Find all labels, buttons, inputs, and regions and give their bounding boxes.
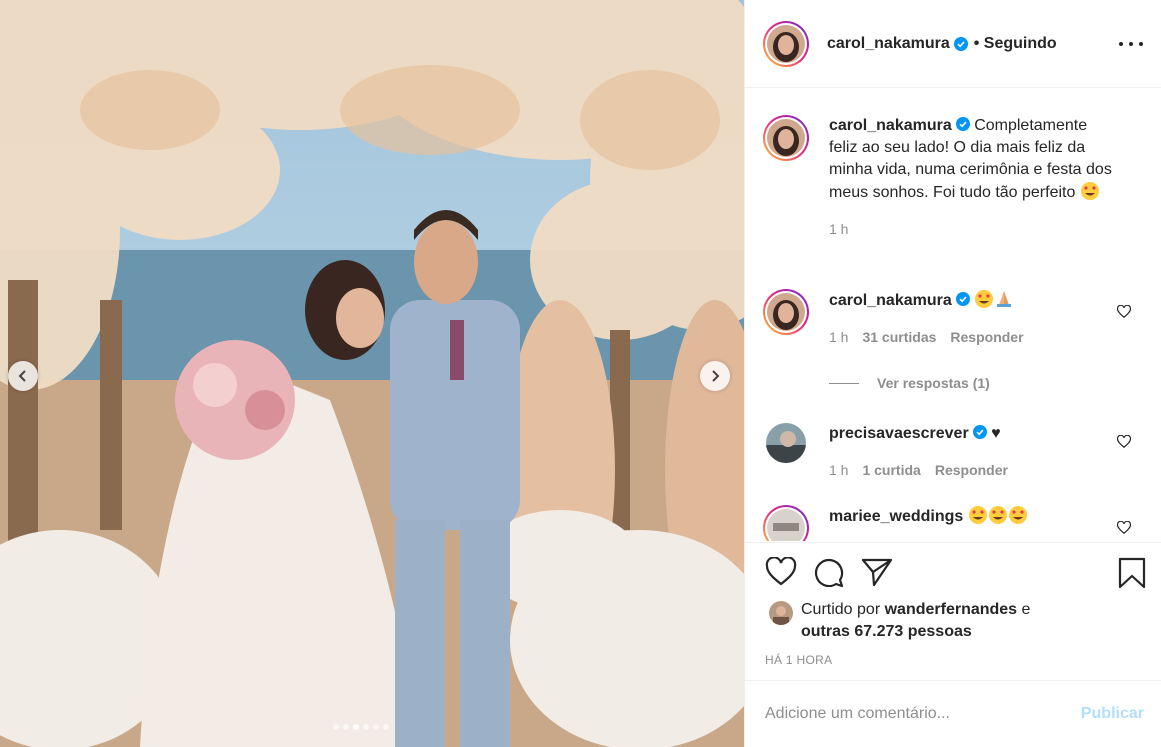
comment-item: carol_nakamura 1 h 31 curtidas Responder bbox=[763, 289, 1153, 348]
praying-hands-emoji-icon bbox=[997, 291, 1012, 307]
post-header: carol_nakamura • Seguindo bbox=[745, 0, 1161, 88]
post-actions: Curtido por wanderfernandes e outras 67.… bbox=[745, 542, 1161, 680]
caption: carol_nakamura Completamente feliz ao se… bbox=[763, 115, 1153, 240]
caption-username[interactable]: carol_nakamura bbox=[829, 117, 952, 134]
comment-item: precisavaescrever ♥ 1 h 1 curtida Respon… bbox=[763, 423, 1153, 481]
carousel-indicator bbox=[333, 724, 389, 730]
author-username[interactable]: carol_nakamura bbox=[827, 35, 950, 53]
divider bbox=[829, 382, 859, 384]
chevron-right-icon bbox=[712, 370, 720, 382]
heart-eyes-emoji-icon bbox=[975, 290, 994, 308]
comment-likes[interactable]: 31 curtidas bbox=[862, 326, 936, 348]
heart-eyes-emoji-icon bbox=[1080, 182, 1099, 200]
like-comment-heart-icon[interactable] bbox=[1117, 305, 1131, 319]
view-replies-label: Ver respostas (1) bbox=[877, 375, 990, 391]
comment-username[interactable]: carol_nakamura bbox=[829, 292, 952, 309]
liker-avatar[interactable] bbox=[769, 601, 793, 625]
follow-status[interactable]: • Seguindo bbox=[974, 35, 1057, 53]
carousel-dot bbox=[363, 724, 369, 730]
comment-likes[interactable]: 1 curtida bbox=[862, 459, 920, 481]
reply-button[interactable]: Responder bbox=[935, 459, 1008, 481]
caption-time[interactable]: 1 h bbox=[829, 218, 848, 240]
dot-icon bbox=[1119, 42, 1123, 46]
wedding-photo bbox=[0, 0, 744, 747]
post-media[interactable] bbox=[0, 0, 744, 747]
verified-badge-icon bbox=[953, 36, 968, 51]
post-timestamp[interactable]: HÁ 1 HORA bbox=[765, 653, 832, 667]
comment-avatar[interactable] bbox=[763, 505, 809, 541]
publish-button[interactable]: Publicar bbox=[1081, 705, 1144, 723]
liker-username[interactable]: wanderfernandes bbox=[885, 601, 1017, 618]
comment-input[interactable]: Adicione um comentário... bbox=[765, 705, 1081, 723]
carousel-dot bbox=[373, 724, 379, 730]
view-replies-button[interactable]: Ver respostas (1) bbox=[829, 375, 990, 391]
carousel-dot bbox=[343, 724, 349, 730]
heart-eyes-emoji-icon bbox=[1008, 506, 1027, 524]
likes-prefix: Curtido por bbox=[801, 601, 885, 618]
carousel-dot bbox=[353, 724, 359, 730]
likes-connector: e bbox=[1017, 601, 1031, 618]
comment-avatar[interactable] bbox=[763, 289, 809, 335]
dot-icon bbox=[1129, 42, 1133, 46]
bookmark-save-icon[interactable] bbox=[1118, 557, 1146, 589]
comment-time[interactable]: 1 h bbox=[829, 326, 848, 348]
comment-avatar[interactable] bbox=[766, 423, 806, 463]
comment-text: ♥ bbox=[991, 425, 1001, 442]
verified-badge-icon bbox=[955, 292, 970, 306]
like-comment-heart-icon[interactable] bbox=[1117, 521, 1131, 535]
post-side-panel: carol_nakamura • Seguindo carol_nakamura… bbox=[744, 0, 1161, 747]
comment-username[interactable]: precisavaescrever bbox=[829, 425, 969, 442]
reply-button[interactable]: Responder bbox=[950, 326, 1023, 348]
more-options-button[interactable] bbox=[1119, 34, 1143, 54]
others-likes-link[interactable]: outras 67.273 pessoas bbox=[801, 623, 972, 640]
comment-time[interactable]: 1 h bbox=[829, 459, 848, 481]
comments-list[interactable]: carol_nakamura Completamente feliz ao se… bbox=[745, 89, 1161, 541]
like-comment-heart-icon[interactable] bbox=[1117, 435, 1131, 449]
comment-item: mariee_weddings bbox=[763, 505, 1153, 541]
likes-summary: Curtido por wanderfernandes e outras 67.… bbox=[769, 599, 1030, 643]
author-avatar[interactable] bbox=[763, 20, 809, 67]
dot-icon bbox=[1139, 42, 1143, 46]
like-heart-icon[interactable] bbox=[765, 557, 797, 587]
chevron-left-icon bbox=[18, 370, 26, 382]
verified-badge-icon bbox=[955, 117, 970, 131]
comment-username[interactable]: mariee_weddings bbox=[829, 508, 963, 525]
add-comment-bar: Adicione um comentário... Publicar bbox=[745, 680, 1161, 747]
carousel-dot bbox=[383, 724, 389, 730]
comment-bubble-icon[interactable] bbox=[813, 557, 845, 587]
previous-slide-button[interactable] bbox=[8, 361, 38, 391]
heart-eyes-emoji-icon bbox=[988, 506, 1007, 524]
share-send-icon[interactable] bbox=[861, 557, 893, 587]
verified-badge-icon bbox=[972, 425, 987, 439]
next-slide-button[interactable] bbox=[700, 361, 730, 391]
heart-eyes-emoji-icon bbox=[968, 506, 987, 524]
carousel-dot bbox=[333, 724, 339, 730]
caption-avatar[interactable] bbox=[763, 115, 809, 161]
